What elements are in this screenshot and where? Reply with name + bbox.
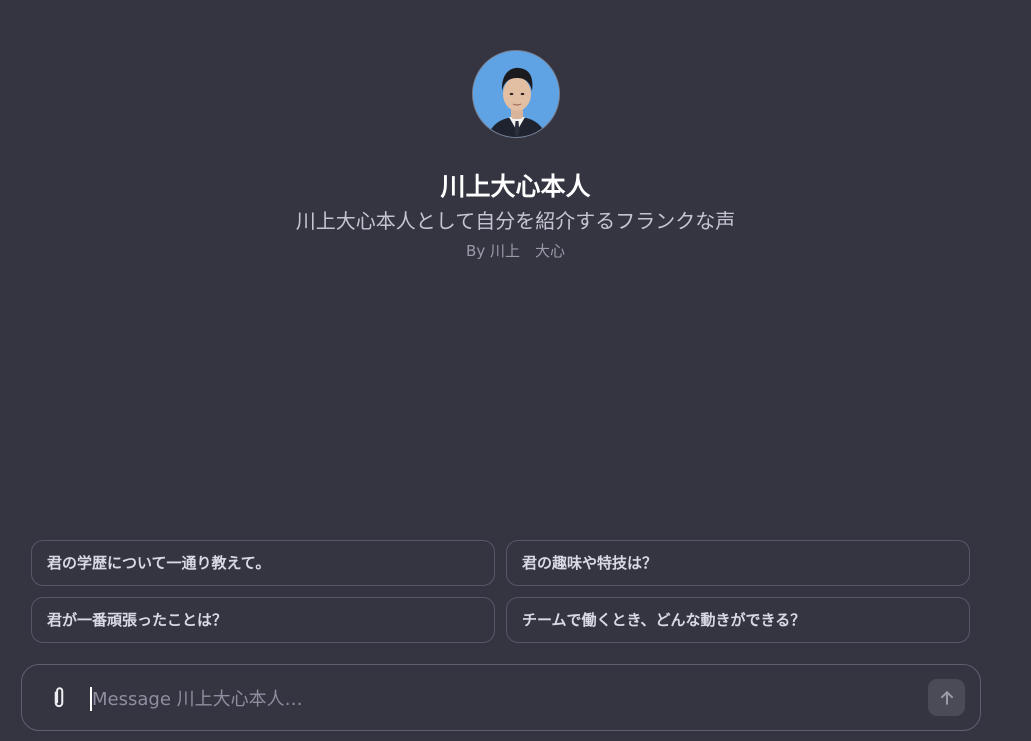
starter-button-hardest-effort[interactable]: 君が一番頑張ったことは？ (31, 597, 495, 643)
send-button[interactable] (928, 679, 965, 716)
profile-photo-icon (472, 51, 559, 137)
starter-button-education[interactable]: 君の学歴について一通り教えて。 (31, 540, 495, 586)
gpt-author: By 川上 大心 (466, 242, 565, 260)
gpt-name: 川上大心本人 (440, 172, 591, 201)
message-input[interactable] (92, 679, 912, 719)
attach-file-button[interactable] (46, 685, 72, 711)
avatar (471, 50, 560, 138)
starter-button-hobbies[interactable]: 君の趣味や特技は？ (506, 540, 970, 586)
message-composer (21, 664, 981, 731)
paperclip-icon (54, 687, 64, 708)
starter-button-teamwork[interactable]: チームで働くとき、どんな動きができる？ (506, 597, 970, 643)
gpt-profile-header: 川上大心本人 川上大心本人として自分を紹介するフランクな声 By 川上 大心 (0, 50, 1031, 261)
arrow-up-icon (940, 690, 953, 705)
gpt-description: 川上大心本人として自分を紹介するフランクな声 (295, 209, 736, 233)
